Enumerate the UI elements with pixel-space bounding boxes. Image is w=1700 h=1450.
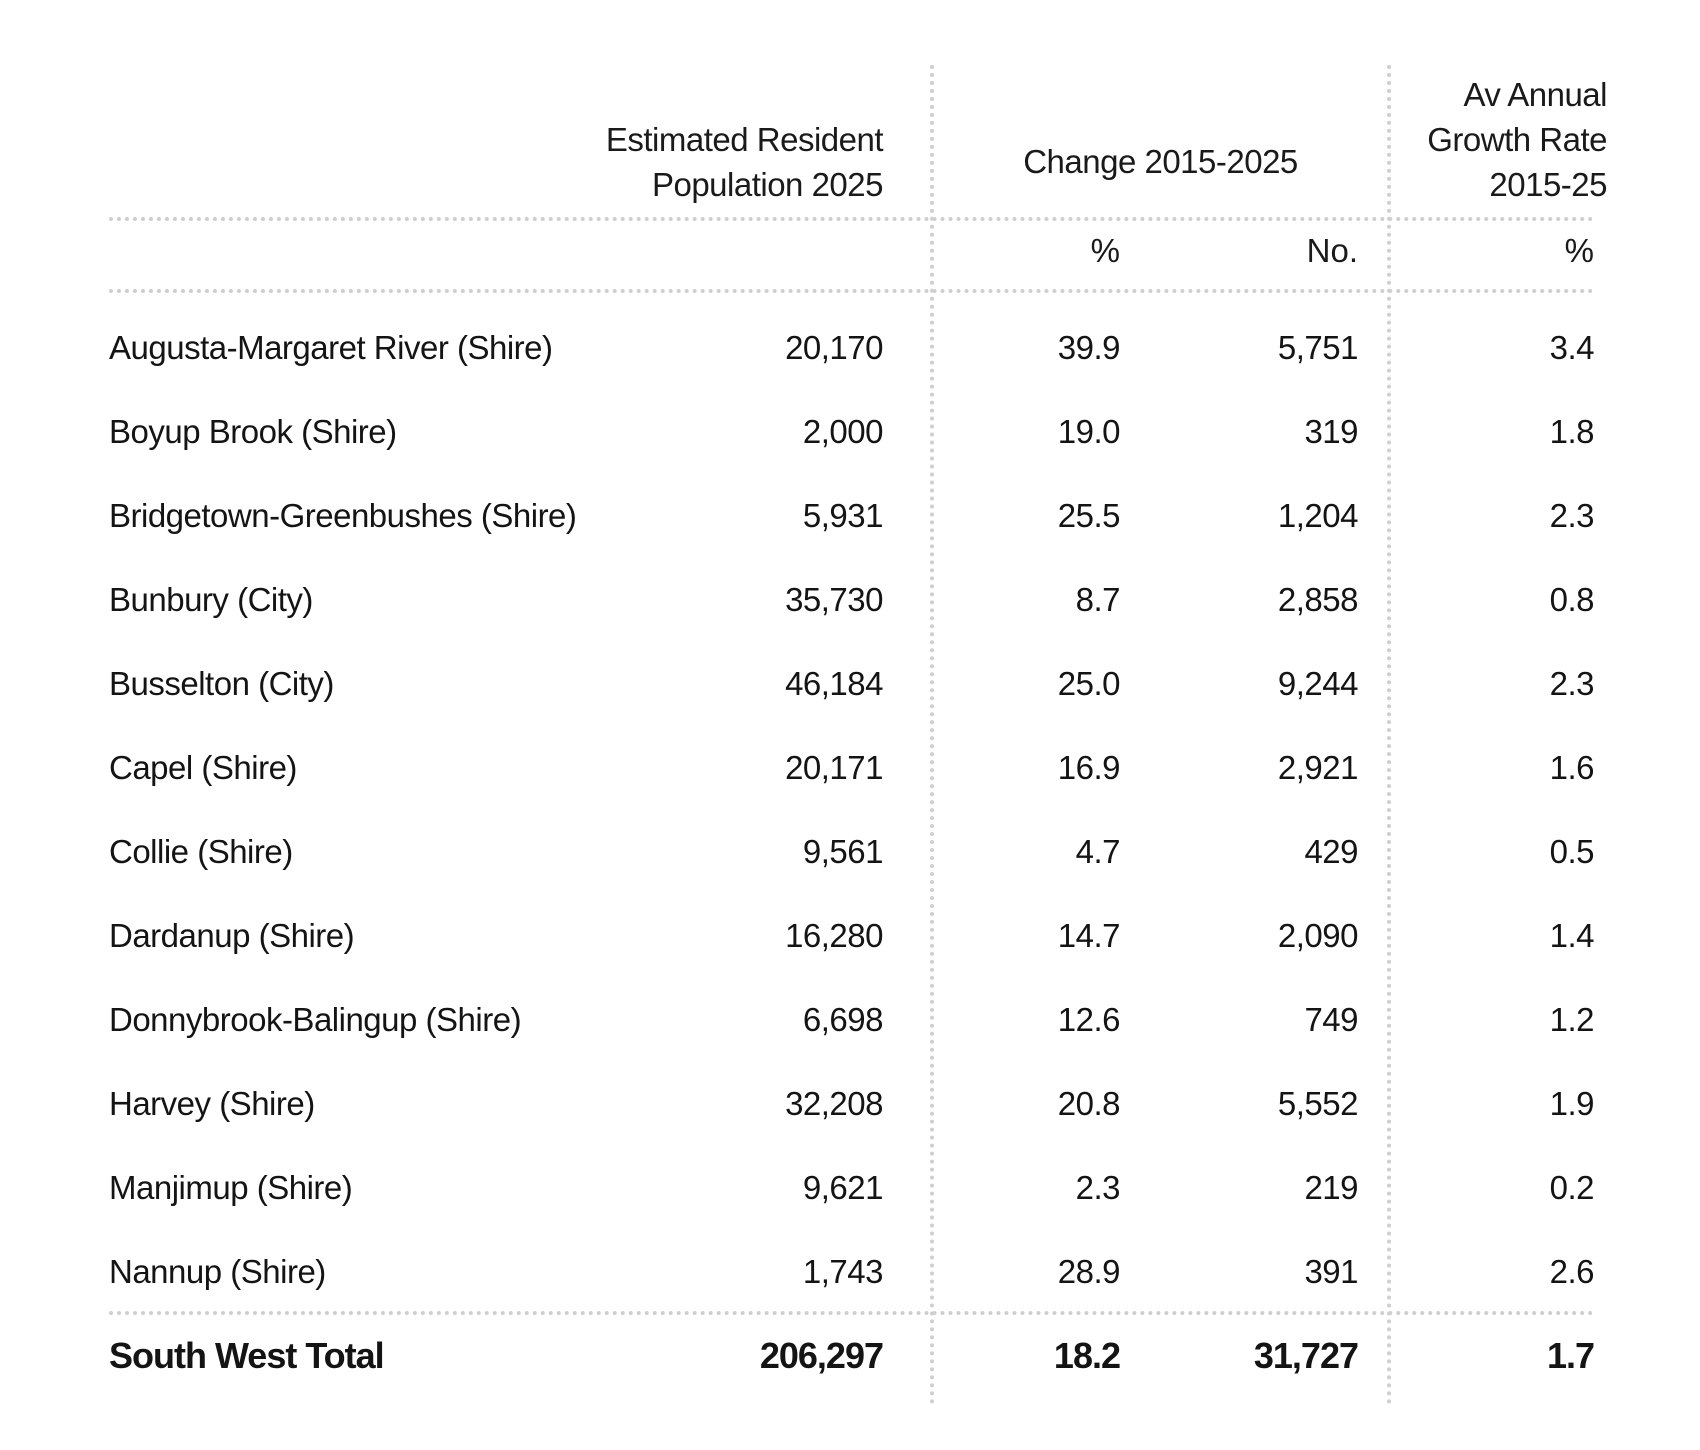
- lga-name: Capel (Shire): [109, 749, 297, 786]
- lga-name: Boyup Brook (Shire): [109, 413, 397, 450]
- erp-value: 9,621: [802, 1169, 884, 1206]
- growth-rate-value: 2.3: [1549, 665, 1595, 702]
- growth-rate-value: 2.6: [1549, 1253, 1595, 1290]
- change-pct-value: 20.8: [1057, 1085, 1121, 1122]
- unit-change-no: No.: [1306, 232, 1358, 269]
- erp-value: 2,000: [802, 413, 884, 450]
- growth-rate-value: 1.6: [1549, 749, 1595, 786]
- header-growth-line1: Av Annual: [1463, 76, 1607, 113]
- growth-rate-value: 1.4: [1549, 917, 1595, 954]
- lga-name: Nannup (Shire): [109, 1253, 326, 1290]
- change-pct-value: 25.0: [1057, 665, 1121, 702]
- erp-value: 20,170: [785, 329, 883, 366]
- change-no-value: 5,751: [1277, 329, 1359, 366]
- lga-name: Harvey (Shire): [109, 1085, 315, 1122]
- change-pct-value: 25.5: [1057, 497, 1121, 534]
- table-row: Augusta-Margaret River (Shire) 20,170 39…: [0, 318, 1700, 378]
- erp-value: 20,171: [785, 749, 883, 786]
- lga-name: Manjimup (Shire): [109, 1169, 353, 1206]
- erp-value: 32,208: [785, 1085, 883, 1122]
- table-row: Capel (Shire) 20,171 16.9 2,921 1.6: [0, 738, 1700, 798]
- total-divider: [109, 1311, 1594, 1315]
- lga-name: Bunbury (City): [109, 581, 313, 618]
- table-row: Collie (Shire) 9,561 4.7 429 0.5: [0, 822, 1700, 882]
- erp-value: 5,931: [802, 497, 884, 534]
- header-erp-line2: Population 2025: [651, 166, 884, 203]
- table-row: Boyup Brook (Shire) 2,000 19.0 319 1.8: [0, 402, 1700, 462]
- change-no-value: 219: [1304, 1169, 1358, 1206]
- erp-value: 16,280: [785, 917, 883, 954]
- change-no-value: 2,921: [1277, 749, 1359, 786]
- change-no-value: 2,090: [1277, 917, 1359, 954]
- change-pct-value: 19.0: [1057, 413, 1121, 450]
- lga-name: Dardanup (Shire): [109, 917, 355, 954]
- lga-name: Donnybrook-Balingup (Shire): [109, 1001, 522, 1038]
- lga-name: Augusta-Margaret River (Shire): [109, 329, 553, 366]
- change-no-value: 5,552: [1277, 1085, 1359, 1122]
- total-change-pct-value: 18.2: [1053, 1335, 1121, 1376]
- change-pct-value: 28.9: [1057, 1253, 1121, 1290]
- total-row: South West Total 206,297 18.2 31,727 1.7: [0, 1326, 1700, 1386]
- units-divider: [109, 289, 1594, 293]
- header-divider: [109, 217, 1594, 221]
- table-row: Busselton (City) 46,184 25.0 9,244 2.3: [0, 654, 1700, 714]
- lga-name: Bridgetown-Greenbushes (Shire): [109, 497, 577, 534]
- total-label: South West Total: [109, 1335, 385, 1376]
- change-pct-value: 39.9: [1057, 329, 1121, 366]
- unit-change-pct: %: [1090, 232, 1120, 269]
- growth-rate-value: 0.5: [1549, 833, 1595, 870]
- table-row: Nannup (Shire) 1,743 28.9 391 2.6: [0, 1242, 1700, 1302]
- lga-name: Busselton (City): [109, 665, 334, 702]
- growth-rate-value: 2.3: [1549, 497, 1595, 534]
- lga-name: Collie (Shire): [109, 833, 293, 870]
- header-growth: Av Annual Growth Rate 2015-25: [1427, 72, 1607, 207]
- change-pct-value: 2.3: [1075, 1169, 1121, 1206]
- table-row: Bunbury (City) 35,730 8.7 2,858 0.8: [0, 570, 1700, 630]
- change-no-value: 391: [1304, 1253, 1358, 1290]
- growth-rate-value: 1.9: [1549, 1085, 1595, 1122]
- header-erp-line1: Estimated Resident: [605, 121, 884, 158]
- table-row: Dardanup (Shire) 16,280 14.7 2,090 1.4: [0, 906, 1700, 966]
- change-no-value: 429: [1304, 833, 1358, 870]
- change-no-value: 749: [1304, 1001, 1358, 1038]
- growth-rate-value: 3.4: [1549, 329, 1595, 366]
- erp-value: 6,698: [802, 1001, 884, 1038]
- change-pct-value: 4.7: [1075, 833, 1121, 870]
- header-growth-line2: Growth Rate: [1427, 121, 1607, 158]
- change-no-value: 319: [1304, 413, 1358, 450]
- table-row: Harvey (Shire) 32,208 20.8 5,552 1.9: [0, 1074, 1700, 1134]
- change-no-value: 9,244: [1277, 665, 1359, 702]
- change-pct-value: 14.7: [1057, 917, 1121, 954]
- change-no-value: 2,858: [1277, 581, 1359, 618]
- header-change: Change 2015-2025: [1023, 143, 1298, 180]
- erp-value: 9,561: [802, 833, 884, 870]
- erp-value: 46,184: [785, 665, 883, 702]
- erp-value: 35,730: [785, 581, 883, 618]
- header-erp: Estimated Resident Population 2025: [605, 117, 884, 207]
- header-growth-line3: 2015-25: [1489, 166, 1607, 203]
- change-pct-value: 12.6: [1057, 1001, 1121, 1038]
- total-growth-rate-value: 1.7: [1546, 1335, 1595, 1376]
- total-erp-value: 206,297: [759, 1335, 884, 1376]
- growth-rate-value: 0.2: [1549, 1169, 1595, 1206]
- change-pct-value: 16.9: [1057, 749, 1121, 786]
- table-row: Manjimup (Shire) 9,621 2.3 219 0.2: [0, 1158, 1700, 1218]
- growth-rate-value: 1.8: [1549, 413, 1595, 450]
- growth-rate-value: 1.2: [1549, 1001, 1595, 1038]
- table-row: Bridgetown-Greenbushes (Shire) 5,931 25.…: [0, 486, 1700, 546]
- erp-value: 1,743: [802, 1253, 884, 1290]
- growth-rate-value: 0.8: [1549, 581, 1595, 618]
- change-no-value: 1,204: [1277, 497, 1359, 534]
- unit-growth-pct: %: [1564, 232, 1594, 269]
- total-change-no-value: 31,727: [1253, 1335, 1359, 1376]
- change-pct-value: 8.7: [1075, 581, 1121, 618]
- table-row: Donnybrook-Balingup (Shire) 6,698 12.6 7…: [0, 990, 1700, 1050]
